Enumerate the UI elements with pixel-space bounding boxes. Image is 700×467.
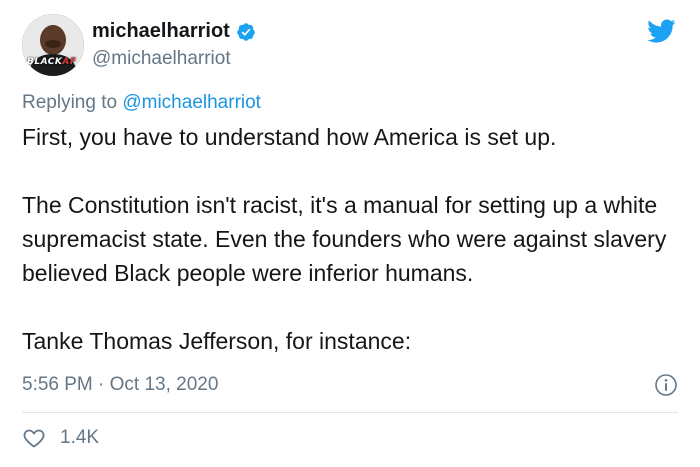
heart-icon [23,429,45,448]
author-name-row[interactable]: michaelharriot [92,20,256,43]
avatar-badge-text: BLACKAF [27,57,77,67]
like-count: 1.4K [60,427,100,448]
divider [22,412,678,413]
tweet-card: BLACKAF michaelharriot @michaelharriot R… [0,0,700,467]
info-icon[interactable] [654,373,678,397]
reply-context: Replying to @michaelharriot [22,92,261,114]
like-button[interactable]: 1.4K [22,426,99,450]
tweet-body: First, you have to understand how Americ… [22,120,682,358]
tweet-paragraph-2: The Constitution isn't racist, it's a ma… [22,192,667,286]
twitter-bird-icon[interactable] [644,16,678,46]
tweet-timestamp[interactable]: 5:56 PM · Oct 13, 2020 [22,374,218,396]
author-handle[interactable]: @michaelharriot [92,48,231,70]
reply-target-link[interactable]: @michaelharriot [122,92,261,113]
reply-prefix: Replying to [22,92,118,113]
tweet-paragraph-1: First, you have to understand how Americ… [22,124,557,150]
tweet-paragraph-3: Tanke Thomas Jefferson, for instance: [22,328,412,354]
verified-badge-icon [237,22,255,41]
avatar[interactable]: BLACKAF [22,14,84,76]
author-display-name[interactable]: michaelharriot [92,20,230,43]
